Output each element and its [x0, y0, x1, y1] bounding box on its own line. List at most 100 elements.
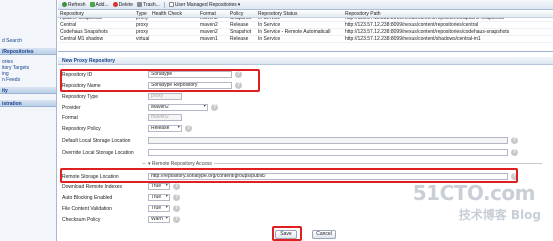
cell-type: proxy — [136, 22, 149, 28]
cell-health-check — [150, 29, 198, 35]
cell-health-check — [150, 18, 198, 21]
repository-grid: Repository Type Health Check Format Poli… — [58, 11, 553, 52]
refresh-button[interactable]: Refresh — [62, 2, 86, 8]
refresh-label: Refresh — [68, 1, 86, 8]
column-header-health-check[interactable]: Health Check — [150, 11, 198, 17]
column-header-policy[interactable]: Policy — [228, 11, 256, 17]
file-validation-select[interactable]: True — [148, 205, 170, 212]
cell-path: http://123.57.12.238:8099/nexus/content/… — [345, 22, 479, 28]
repository-filter-dropdown[interactable]: User Managed Repositories ▾ — [168, 1, 241, 8]
form-row-provider: Provider Maven2 ? — [62, 103, 218, 112]
form-row-file-validation: File Content Validation True ? — [62, 204, 180, 213]
cell-policy: Snapshot — [230, 29, 252, 35]
cell-policy: Release — [230, 22, 249, 28]
cell-type: proxy — [136, 18, 149, 21]
cell-health-check — [150, 22, 198, 28]
form-row-checksum-policy: Checksum Policy Warn ? — [62, 215, 180, 224]
cell-policy: Release — [230, 36, 249, 42]
help-icon[interactable]: ? — [173, 194, 180, 201]
column-header-type[interactable]: Type — [134, 11, 150, 17]
cell-path: http://123.57.12.238:8099/nexus/content/… — [345, 36, 481, 42]
sidebar-section-security[interactable]: ity — [0, 87, 56, 94]
watermark-subtitle: 技术博客 Blog — [458, 208, 541, 222]
default-local-storage-field — [148, 137, 508, 144]
format-field: maven2 — [148, 114, 182, 121]
sidebar: d Search /Repositories ories itory Targe… — [0, 0, 57, 241]
highlight-box-save — [272, 226, 302, 241]
provider-select[interactable]: Maven2 — [148, 104, 208, 111]
cell-health-check — [150, 36, 198, 42]
auto-blocking-select[interactable]: True — [148, 194, 170, 201]
watermark-logo: 51CTO.com — [412, 181, 536, 205]
delete-icon — [112, 2, 118, 7]
cell-repository: Central — [60, 22, 77, 28]
column-header-status[interactable]: Repository Status — [256, 11, 343, 17]
column-header-path[interactable]: Repository Path — [343, 11, 553, 17]
table-row[interactable]: Codehaus Snapshots proxy maven2 Snapshot… — [58, 29, 553, 36]
watermark: 51CTO.com 技术博客 Blog — [399, 173, 549, 233]
sidebar-section-repositories[interactable]: /Repositories — [0, 48, 56, 55]
table-row[interactable]: Central M1 shadow virtual maven1 Release… — [58, 36, 553, 43]
override-local-storage-label: Override Local Storage Location — [62, 149, 134, 156]
form-row-override-local-storage: Override Local Storage Location ? — [62, 148, 518, 157]
form-row-repository-policy: Repository Policy Release ? — [62, 124, 192, 133]
cell-format: maven2 — [200, 29, 218, 35]
cell-format: maven2 — [200, 18, 218, 21]
provider-label: Provider — [62, 104, 81, 111]
add-label: Add... — [95, 1, 109, 8]
help-icon[interactable]: ? — [511, 137, 518, 144]
cell-repository: Apache Snapshots — [60, 18, 102, 21]
trash-button[interactable]: Trash... — [137, 2, 160, 8]
help-icon[interactable]: ? — [211, 104, 218, 111]
cell-type: virtual — [136, 36, 150, 42]
cell-repository: Central M1 shadow — [60, 36, 104, 42]
cancel-button[interactable]: Cancel — [312, 230, 336, 239]
cell-path: http://123.57.12.238:8099/nexus/content/… — [345, 18, 505, 21]
toolbar-separator — [163, 1, 165, 8]
cell-path: http://123.57.12.238:8099/nexus/content/… — [345, 29, 510, 35]
format-label: Format — [62, 114, 78, 121]
cell-status: In Service - Remote Automaticall — [258, 29, 331, 35]
checksum-policy-select[interactable]: Warn — [148, 216, 170, 223]
cell-format: maven1 — [200, 36, 218, 42]
repository-type-label: Repository Type — [62, 93, 99, 100]
form-row-default-local-storage: Default Local Storage Location ? — [62, 136, 518, 145]
cell-format: maven2 — [200, 22, 218, 28]
delete-label: Delete — [118, 1, 134, 8]
help-icon[interactable]: ? — [185, 125, 192, 132]
file-validation-label: File Content Validation — [62, 205, 112, 212]
refresh-icon — [62, 2, 67, 7]
cell-repository: Codehaus Snapshots — [60, 29, 108, 35]
repository-type-field: proxy — [148, 93, 182, 100]
add-button[interactable]: Add... — [89, 1, 109, 8]
download-indexes-select[interactable]: True — [148, 183, 170, 190]
override-local-storage-input[interactable] — [148, 149, 508, 156]
toolbar: Refresh Add... Delete Trash... User Mana… — [58, 0, 553, 10]
help-icon[interactable]: ? — [511, 149, 518, 156]
form-row-download-indexes: Download Remote Indexes True ? — [62, 182, 180, 191]
sidebar-section-administration[interactable]: istration — [0, 100, 56, 107]
auto-blocking-label: Auto Blocking Enabled — [62, 194, 113, 201]
form-row-auto-blocking: Auto Blocking Enabled True ? — [62, 193, 180, 202]
help-icon[interactable]: ? — [173, 205, 180, 212]
cell-status: In Service — [258, 22, 281, 28]
column-header-format[interactable]: Format — [198, 11, 228, 17]
column-header-repository[interactable]: Repository — [58, 11, 134, 17]
section-remote-repository-access[interactable]: ▾ Remote Repository Access — [146, 161, 214, 167]
checksum-policy-label: Checksum Policy — [62, 216, 101, 223]
chevron-down-icon: ▾ — [237, 1, 241, 8]
filter-label: User Managed Repositories — [174, 1, 237, 8]
checkbox-icon — [168, 2, 174, 7]
repository-policy-select[interactable]: Release — [148, 125, 182, 132]
form-row-repository-type: Repository Type proxy — [62, 92, 182, 101]
cell-policy: Snapshot — [230, 18, 252, 21]
cell-status: In Service — [258, 18, 281, 21]
help-icon[interactable]: ? — [173, 183, 180, 190]
highlight-box-repository-identity — [60, 69, 260, 92]
section-remote-label: Remote Repository Access — [151, 161, 212, 167]
help-icon[interactable]: ? — [173, 216, 180, 223]
trash-icon — [137, 2, 143, 7]
trash-label: Trash... — [143, 1, 160, 8]
delete-button[interactable]: Delete — [112, 1, 134, 8]
table-row[interactable]: Central proxy maven2 Release In Service … — [58, 22, 553, 29]
